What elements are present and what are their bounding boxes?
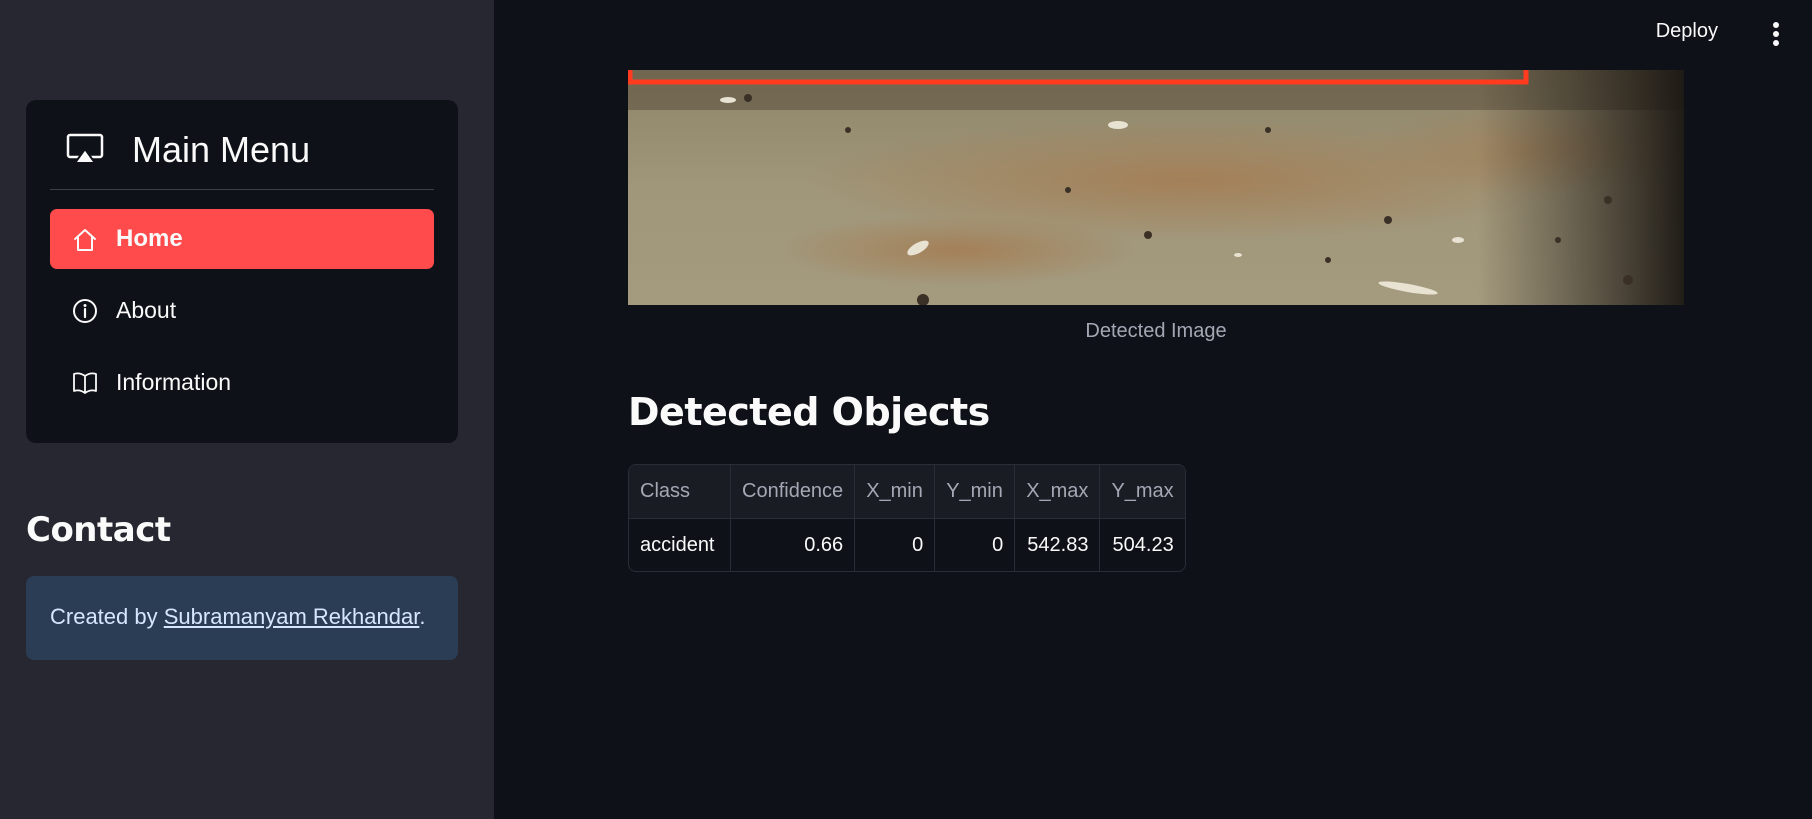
table-row: accident 0.66 0 0 542.83 504.23 (629, 519, 1185, 571)
menu-item-about[interactable]: About (50, 280, 434, 340)
column-header[interactable]: Confidence (731, 465, 856, 519)
table-cell[interactable]: 0 (855, 519, 936, 571)
main-menu: Main Menu Home About Information (26, 100, 458, 443)
house-icon (74, 229, 96, 251)
kebab-menu-icon[interactable] (1766, 20, 1786, 48)
image-caption: Detected Image (1085, 320, 1227, 342)
contact-text: Created by Subramanyam Rekhandar. (50, 604, 425, 630)
menu-header: Main Menu (26, 100, 458, 190)
column-header[interactable]: Y_min (935, 465, 1016, 519)
main-content: Deploy Detected Image Detected Objects C… (494, 0, 1812, 819)
table-cell[interactable]: accident (629, 519, 731, 571)
column-header[interactable]: Class (629, 465, 731, 519)
table-cell[interactable]: 542.83 (1015, 519, 1101, 571)
contact-suffix: . (419, 604, 426, 629)
table-header-row: Class Confidence X_min Y_min X_max Y_max (629, 465, 1185, 519)
column-header[interactable]: X_max (1015, 465, 1101, 519)
airplay-icon (66, 133, 104, 164)
menu-item-label: About (116, 297, 177, 323)
section-heading: Detected Objects (628, 390, 990, 434)
contact-heading: Contact (26, 510, 171, 550)
deploy-button[interactable]: Deploy (1656, 20, 1718, 43)
table-cell[interactable]: 0.66 (731, 519, 856, 571)
detected-objects-table[interactable]: Class Confidence X_min Y_min X_max Y_max… (628, 464, 1186, 572)
menu-item-label: Home (116, 225, 183, 252)
detected-image-picture (628, 70, 1684, 305)
menu-item-home[interactable]: Home (50, 209, 434, 269)
menu-divider (50, 189, 434, 190)
table-cell[interactable]: 504.23 (1100, 519, 1184, 571)
book-icon (73, 372, 97, 394)
detected-image (628, 70, 1684, 305)
author-link[interactable]: Subramanyam Rekhandar (164, 604, 420, 629)
menu-item-information[interactable]: Information (50, 352, 434, 412)
table-cell[interactable]: 0 (935, 519, 1016, 571)
menu-item-label: Information (116, 369, 232, 395)
contact-info-box: Created by Subramanyam Rekhandar. (26, 576, 458, 660)
info-circle-icon (73, 299, 97, 323)
sidebar: Main Menu Home About Information Contact (0, 0, 494, 819)
column-header[interactable]: X_min (855, 465, 936, 519)
column-header[interactable]: Y_max (1100, 465, 1185, 519)
contact-prefix: Created by (50, 604, 164, 629)
menu-title: Main Menu (132, 129, 311, 170)
